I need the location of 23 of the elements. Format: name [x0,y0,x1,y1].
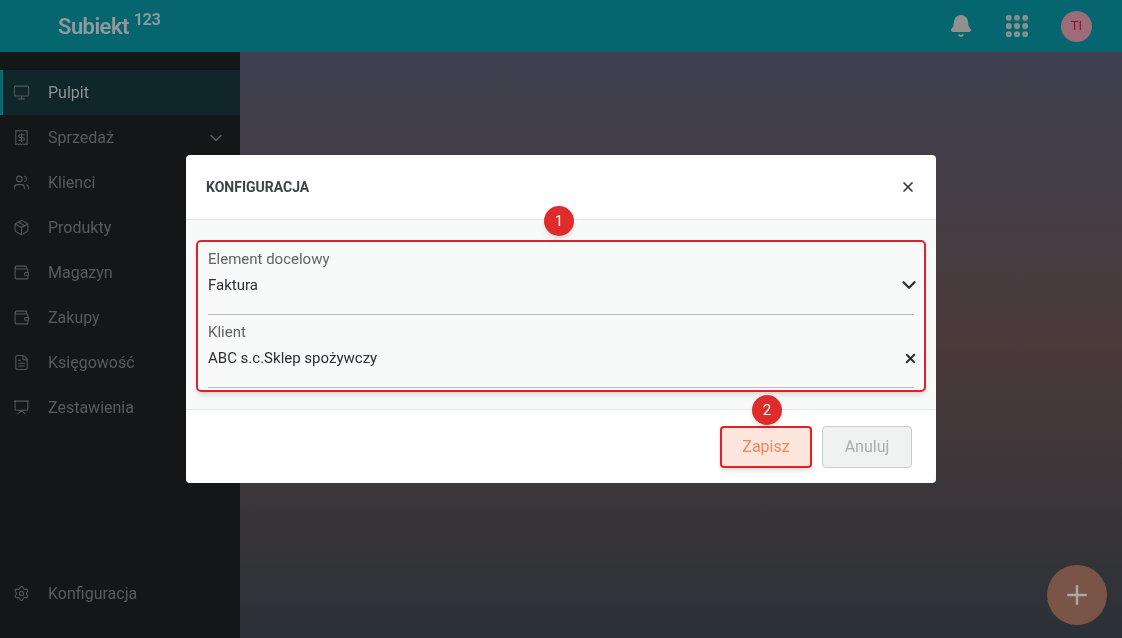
sidebar-item[interactable]: Sprzedaż [0,115,240,160]
people-icon [13,174,30,191]
sidebar-item[interactable]: Zestawienia [0,385,240,430]
sidebar-item[interactable]: Pulpit [0,70,240,115]
monitor-icon [13,84,30,101]
user-avatar[interactable]: TI [1061,10,1092,42]
step-marker: 2 [752,395,782,425]
step-marker: 1 [544,206,574,236]
box-icon [13,219,30,236]
easel-icon [13,399,30,416]
wallet-icon [13,309,30,326]
save-button[interactable]: Zapisz [720,425,812,468]
settings-icon [13,585,30,602]
app-logo: Subiekt $^{123}$ [58,9,161,41]
document-icon [13,354,30,371]
sidebar-item[interactable]: Konfiguracja [0,571,240,616]
dialog-title: KONFIGURACJA [206,177,310,197]
receipt-icon [13,129,30,146]
form-field[interactable]: Element docelowy Faktura [208,242,914,315]
wallet-icon [13,264,30,281]
cancel-button[interactable]: Anuluj [822,425,912,468]
form-field[interactable]: Klient ABC s.c.Sklep spożywczy [208,315,914,388]
close-icon[interactable] [900,179,916,195]
